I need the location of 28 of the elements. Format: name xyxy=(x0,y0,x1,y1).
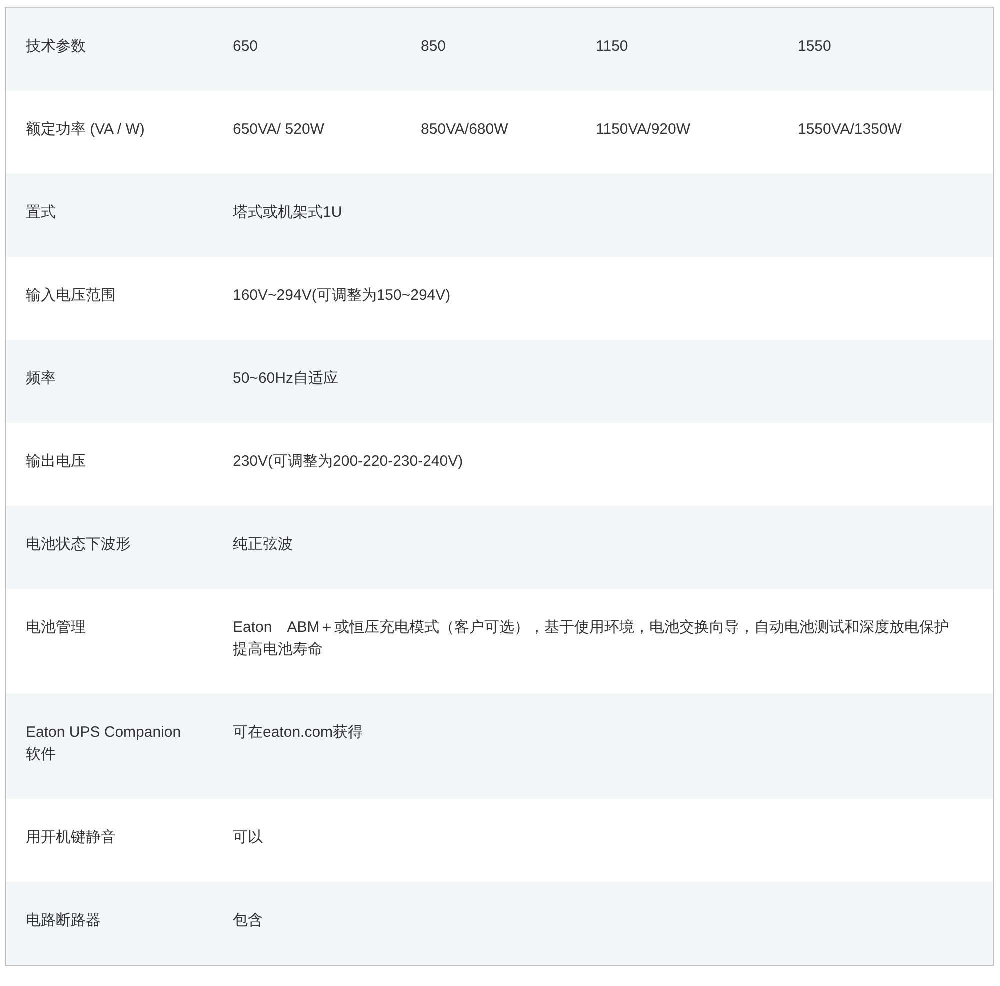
table-cell-text: 技术参数 xyxy=(25,37,87,57)
table-cell-text: 1550 xyxy=(797,37,832,57)
table-cell-text: 可在eaton.com获得 xyxy=(232,723,364,743)
table-cell-text: 纯正弦波 xyxy=(232,535,294,555)
table-cell-text: 塔式或机架式1U xyxy=(232,203,344,223)
table-cell-text: 50~60Hz自适应 xyxy=(232,369,340,389)
table-cell-text: 额定功率 (VA / W) xyxy=(25,120,146,140)
table-cell-text: 1550VA/1350W xyxy=(797,120,903,140)
table-cell-text: 230V(可调整为200-220-230-240V) xyxy=(232,452,464,472)
table-cell-text: 1150VA/920W xyxy=(595,120,692,140)
table-cell-text: 1150 xyxy=(595,37,630,57)
table-cell-text: Eaton ABM＋或恒压充电模式（客户可选），基于使用环境，电池交换向导，自动电池测试和深度放电保护提高电池寿命 xyxy=(232,618,951,660)
table-cell-text: 用开机键静音 xyxy=(25,828,117,848)
table-cell-text: 650 xyxy=(232,37,260,57)
table-cell-text: 输入电压范围 xyxy=(25,286,117,306)
table-cell-text: 850VA/680W xyxy=(420,120,510,140)
table-cell-text: 频率 xyxy=(25,369,57,389)
table-cell-text: 160V~294V(可调整为150~294V) xyxy=(232,286,452,306)
table-cell-text: 包含 xyxy=(232,911,264,931)
table-cell-text: 850 xyxy=(420,37,448,57)
table-cell-text: 电路断路器 xyxy=(25,911,102,931)
table-cell-text: 电池状态下波形 xyxy=(25,535,132,555)
table-cell-text: 置式 xyxy=(25,203,57,223)
table-cell-text: 650VA/ 520W xyxy=(232,120,326,140)
table-cell-text: Eaton UPS Companion 软件 xyxy=(25,723,182,765)
table-cell-text: 可以 xyxy=(232,828,264,848)
table-cell-text: 电池管理 xyxy=(25,618,87,638)
table-cell-text: 输出电压 xyxy=(25,452,87,472)
